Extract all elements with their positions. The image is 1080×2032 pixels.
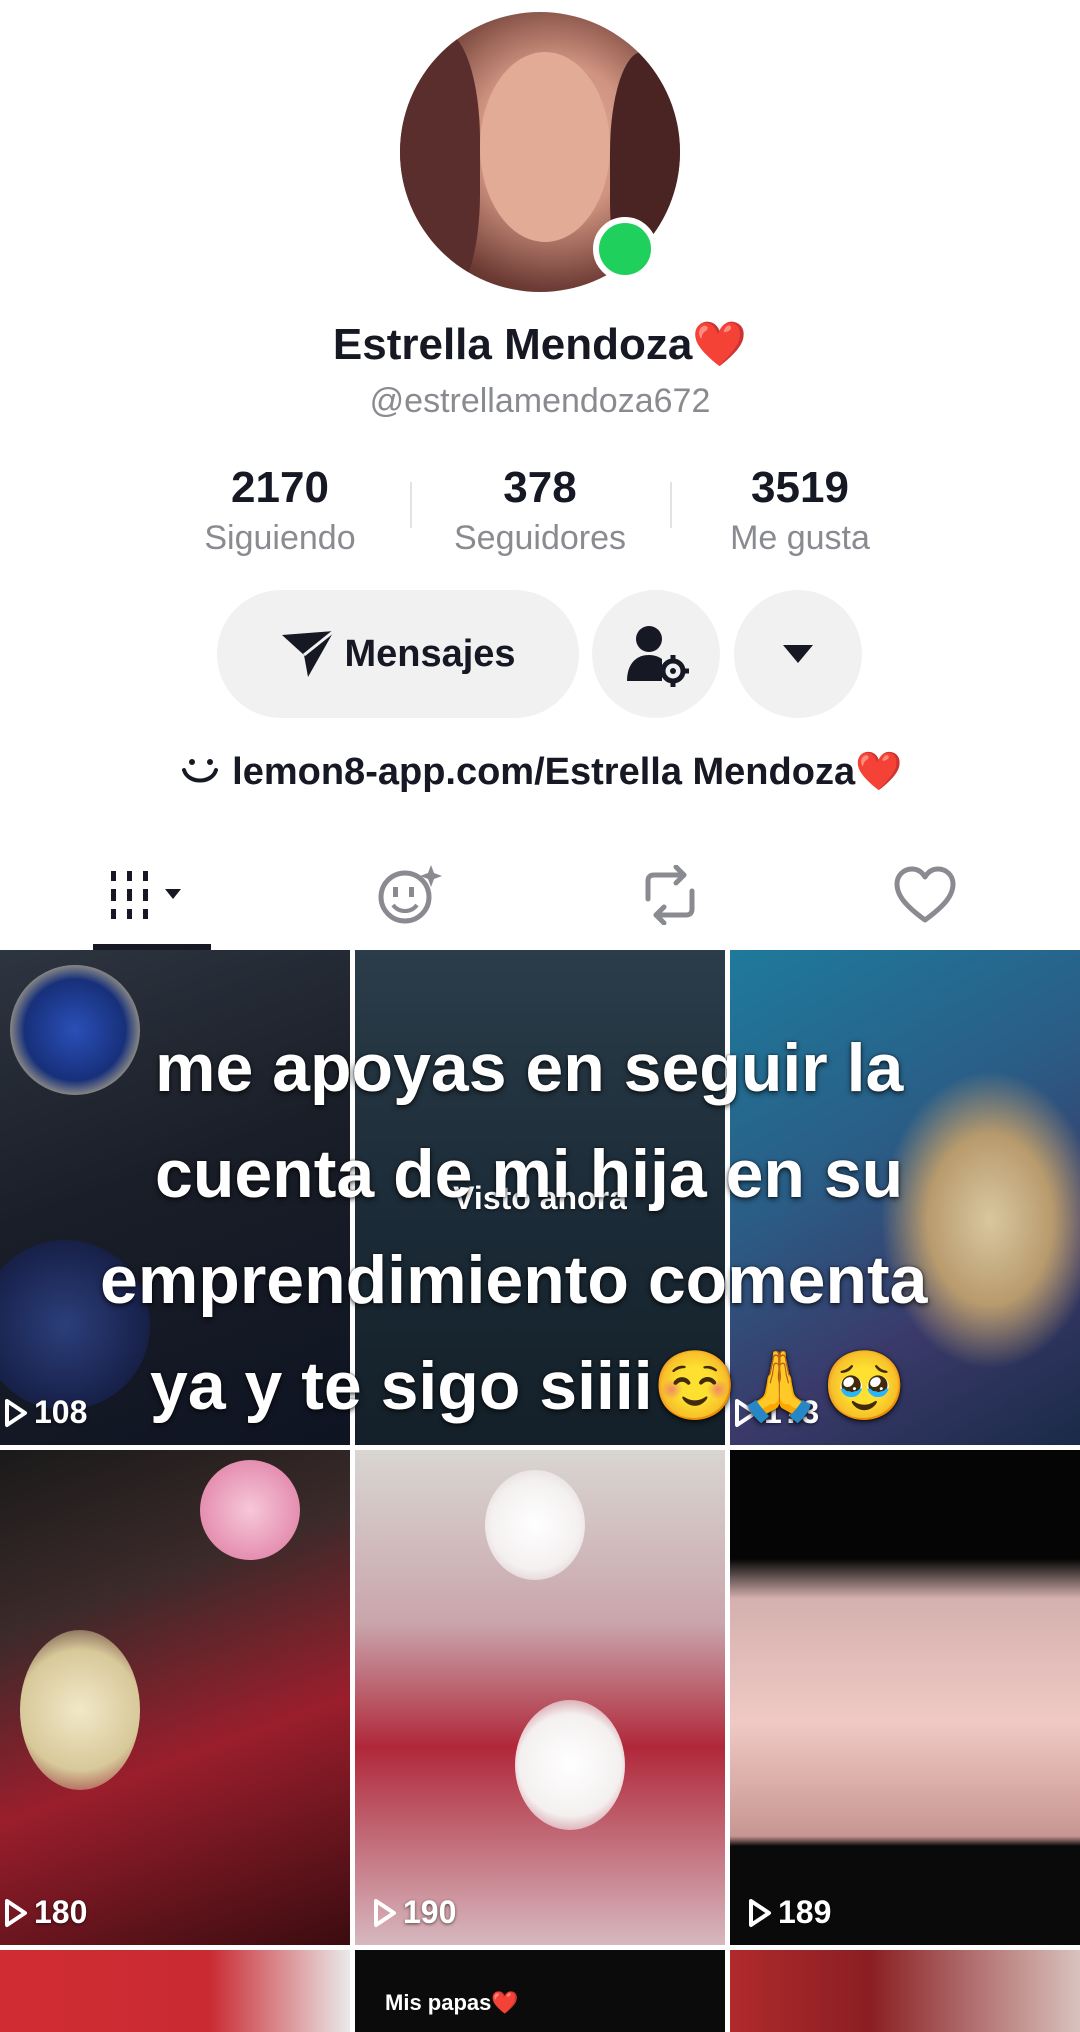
profile-avatar-wrap[interactable] <box>400 12 680 292</box>
play-icon <box>5 1398 27 1427</box>
bio-link[interactable]: lemon8-app.com/Estrella Mendoza❤️ <box>0 750 1080 794</box>
play-icon <box>5 1898 27 1927</box>
tab-videos[interactable] <box>80 845 220 945</box>
video-view-count: 189 <box>748 1894 831 1931</box>
smile-sparkle-icon <box>378 865 442 924</box>
stat-followers-label: Seguidores <box>453 519 626 557</box>
avatar-hair-left <box>400 32 480 292</box>
stat-likes-label: Me gusta <box>730 519 870 557</box>
stat-following-label: Siguiendo <box>204 519 356 557</box>
profile-actions: Mensajes <box>0 590 1080 720</box>
display-name: Estrella Mendoza❤️ <box>332 320 748 369</box>
thumb-hello-kitty-top <box>485 1470 585 1580</box>
heart-outline-icon <box>894 866 956 923</box>
triangle-down-icon <box>783 645 813 663</box>
online-status-dot <box>593 217 657 281</box>
message-button[interactable]: Mensajes <box>217 590 579 718</box>
video-view-count: 108 <box>4 1394 87 1431</box>
thumbnail-caption: Mis papas❤️ <box>385 1990 519 2015</box>
grid-bars-icon <box>111 871 181 919</box>
more-options-button[interactable] <box>734 590 862 718</box>
tab-reposts[interactable] <box>600 845 740 945</box>
overlay-line-3: emprendimiento comenta <box>100 1242 928 1318</box>
thumb-kuromi <box>200 1460 300 1560</box>
video-thumbnail[interactable]: Mis papas❤️ <box>355 1950 725 2032</box>
person-gear-icon <box>627 626 689 687</box>
video-view-count: 190 <box>373 1894 456 1931</box>
overlay-line-4: ya y te sigo siiii☺️🙏🥹 <box>150 1348 907 1424</box>
smile-link-icon <box>181 759 218 783</box>
video-thumbnail[interactable]: 180 <box>0 1450 350 1945</box>
overlay-line-2: cuenta de mi hija en su <box>155 1136 904 1212</box>
video-thumbnail[interactable]: 189 <box>730 1450 1080 1945</box>
stat-likes[interactable]: 3519 Me gusta <box>670 460 930 560</box>
tab-ai-effects[interactable] <box>340 845 480 945</box>
username-handle: @estrellamendoza672 <box>369 382 711 420</box>
video-thumbnail[interactable]: 190 <box>355 1450 725 1945</box>
overlay-line-1: me apoyas en seguir la <box>155 1030 904 1106</box>
bio-link-text: lemon8-app.com/Estrella Mendoza❤️ <box>232 751 903 793</box>
stat-followers-value: 378 <box>503 463 577 512</box>
repost-icon <box>645 865 695 925</box>
view-count-text: 180 <box>34 1894 88 1930</box>
overlay-caption: me apoyas en seguir la cuenta de mi hija… <box>80 1015 1020 1439</box>
avatar-face <box>480 52 610 242</box>
stat-likes-value: 3519 <box>751 463 849 512</box>
play-icon <box>374 1898 396 1927</box>
paper-plane-icon <box>282 629 336 677</box>
video-thumbnail[interactable] <box>730 1950 1080 2032</box>
tab-liked[interactable] <box>855 845 995 945</box>
video-view-count: 180 <box>4 1894 87 1931</box>
message-button-label: Mensajes <box>344 632 516 675</box>
stat-following-value: 2170 <box>231 463 329 512</box>
stat-followers[interactable]: 378 Seguidores <box>410 460 670 560</box>
video-thumbnail[interactable] <box>0 1950 350 2032</box>
add-friend-button[interactable] <box>592 590 720 718</box>
thumb-cream-rose <box>20 1630 140 1790</box>
view-count-text: 190 <box>403 1894 457 1930</box>
play-icon <box>749 1898 771 1927</box>
profile-tabs <box>0 845 1080 950</box>
profile-stats: 2170 Siguiendo 378 Seguidores 3519 Me gu… <box>150 460 930 560</box>
thumb-hello-kitty-bottom <box>515 1700 625 1830</box>
stat-following[interactable]: 2170 Siguiendo <box>150 460 410 560</box>
view-count-text: 189 <box>778 1894 832 1930</box>
